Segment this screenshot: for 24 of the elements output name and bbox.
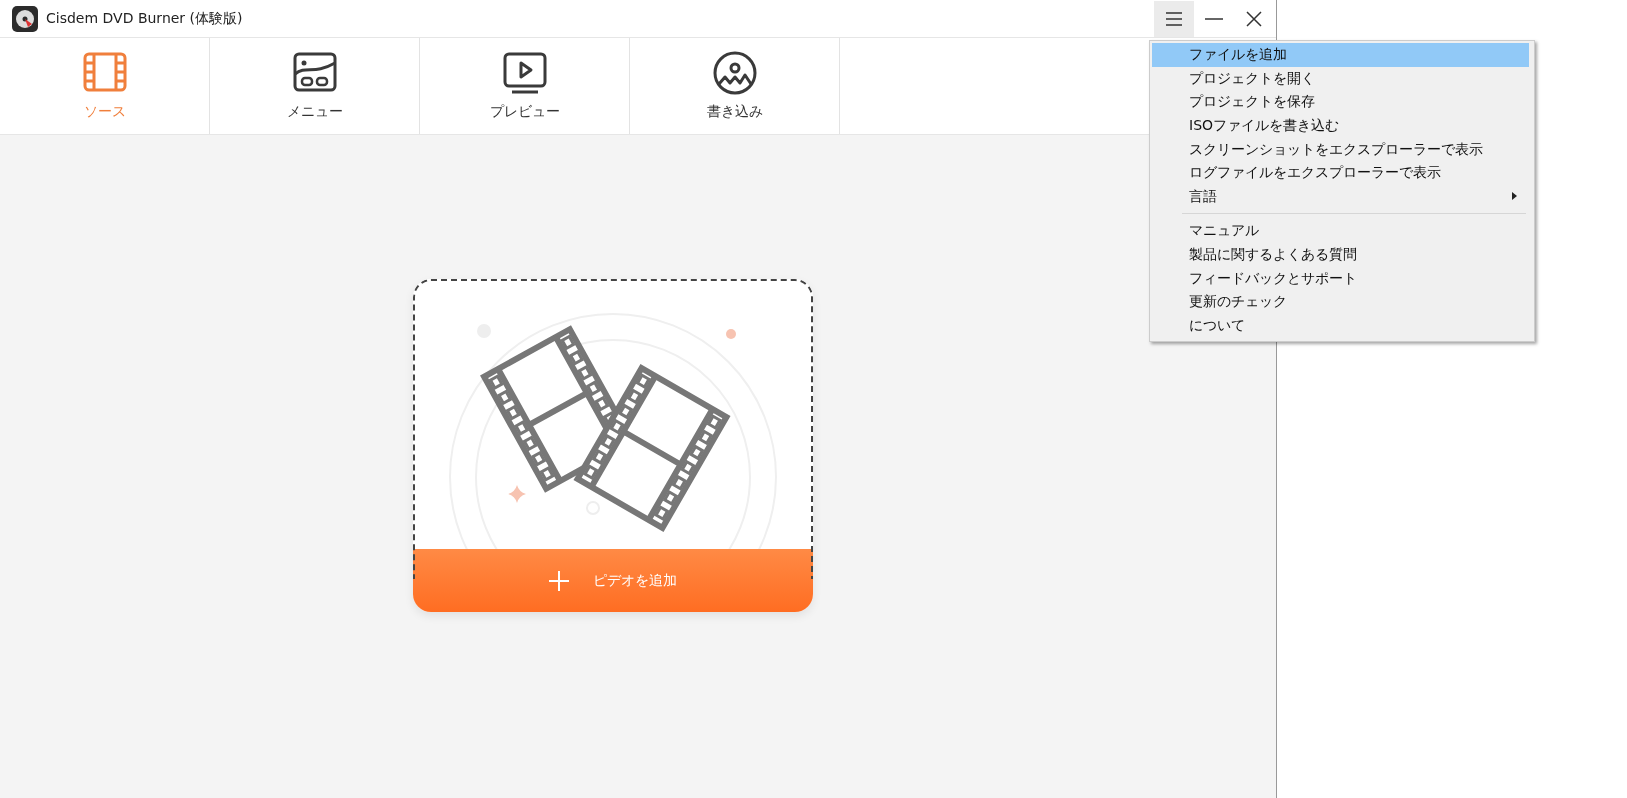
menu-item[interactable]: 言語 [1152,184,1529,209]
close-icon [1246,10,1262,27]
menu-item[interactable]: マニュアル [1152,219,1529,243]
menu-item[interactable]: 更新のチェック [1152,289,1529,314]
menu-item[interactable]: フィードバックとサポート [1152,266,1529,290]
minimize-icon [1205,17,1223,20]
menu-item[interactable]: ログファイルをエクスプローラーで表示 [1152,160,1529,185]
disc-icon [711,50,758,95]
play-screen-icon [501,50,548,95]
menu-item[interactable]: ISOファイルを書き込む [1152,113,1529,138]
image-card-icon [291,50,338,95]
menu-icon [1165,11,1183,26]
menu-item[interactable]: プロジェクトを開く [1152,66,1529,91]
menu-item[interactable]: プロジェクトを保存 [1152,90,1529,114]
menu-item[interactable]: スクリーンショットをエクスプローラーで表示 [1152,137,1529,161]
menu-item[interactable]: について [1152,313,1529,338]
plus-icon [549,570,569,591]
submenu-arrow-icon [1512,192,1517,201]
menu-item[interactable]: 製品に関するよくある質問 [1152,242,1529,267]
menu-button[interactable] [1154,0,1194,37]
window-title: Cisdem DVD Burner (体験版) [46,9,243,28]
menu-item[interactable]: ファイルを追加 [1152,43,1529,67]
film-icon [81,50,128,95]
app-logo-icon [12,5,38,32]
